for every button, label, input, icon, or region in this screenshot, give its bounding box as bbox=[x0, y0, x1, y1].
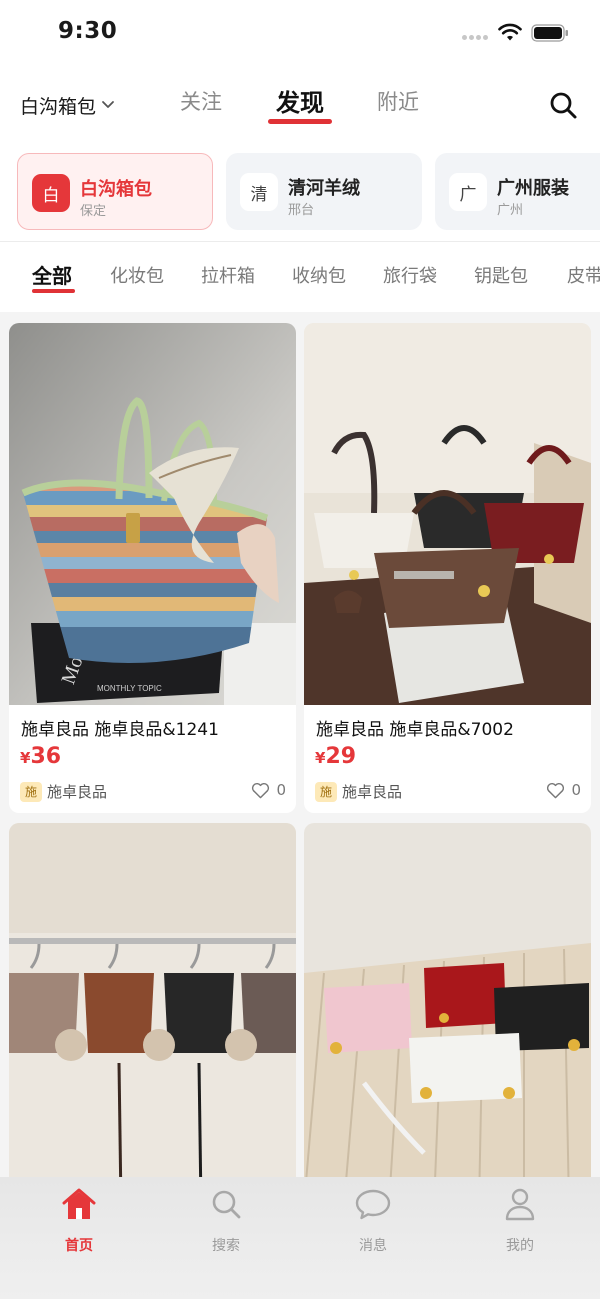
shop-card-guangzhou[interactable]: 广 广州服装 广州 bbox=[435, 153, 600, 230]
nav-label: 首页 bbox=[65, 1238, 93, 1254]
active-tab-indicator bbox=[268, 119, 332, 124]
shop-name: 广州服装 bbox=[497, 178, 569, 199]
shop-card-baigou[interactable]: 白 白沟箱包 保定 bbox=[17, 153, 213, 230]
shop-name: 白沟箱包 bbox=[80, 179, 152, 200]
product-feed[interactable]: Monthly MONTHLY TOPIC bbox=[0, 312, 600, 1180]
like-count: 0 bbox=[276, 781, 286, 799]
battery-icon bbox=[531, 24, 568, 42]
nav-home[interactable]: 首页 bbox=[34, 1187, 124, 1254]
shop-avatar: 清 bbox=[240, 173, 278, 211]
product-card[interactable] bbox=[9, 823, 296, 1180]
like-button[interactable]: 0 bbox=[251, 781, 286, 799]
product-card[interactable]: Monthly MONTHLY TOPIC bbox=[9, 323, 296, 813]
seller-info: 施 施卓良品 bbox=[315, 781, 402, 802]
category-travel-bag[interactable]: 旅行袋 bbox=[383, 262, 437, 288]
like-count: 0 bbox=[571, 781, 581, 799]
home-icon bbox=[62, 1188, 96, 1219]
category-key-pouch[interactable]: 钥匙包 bbox=[474, 262, 528, 288]
tab-nearby[interactable]: 附近 bbox=[377, 86, 419, 116]
category-storage-bag[interactable]: 收纳包 bbox=[292, 262, 346, 288]
search-icon[interactable] bbox=[548, 90, 578, 120]
heart-icon bbox=[547, 782, 565, 798]
seller-info: 施 施卓良品 bbox=[20, 781, 107, 802]
status-time: 9:30 bbox=[58, 18, 118, 44]
heart-icon bbox=[252, 782, 270, 798]
product-title: 施卓良品 施卓良品&7002 bbox=[316, 720, 514, 740]
signal-icon bbox=[462, 35, 490, 41]
product-price: ¥29 bbox=[315, 744, 357, 769]
svg-text:MONTHLY TOPIC: MONTHLY TOPIC bbox=[97, 684, 162, 693]
product-image bbox=[304, 823, 591, 1180]
nav-label: 我的 bbox=[506, 1238, 534, 1254]
category-tabs: 全部 化妆包 拉杆箱 收纳包 旅行袋 钥匙包 皮带 bbox=[0, 244, 600, 306]
category-all[interactable]: 全部 bbox=[32, 260, 72, 289]
seller-badge: 施 bbox=[20, 781, 42, 802]
active-category-indicator bbox=[32, 289, 75, 293]
tab-follow[interactable]: 关注 bbox=[180, 86, 222, 116]
seller-name: 施卓良品 bbox=[47, 783, 108, 801]
divider bbox=[0, 241, 600, 242]
region-label: 白沟箱包 bbox=[20, 95, 97, 118]
product-image: Monthly MONTHLY TOPIC bbox=[9, 323, 296, 705]
seller-name: 施卓良品 bbox=[342, 783, 403, 801]
product-image bbox=[9, 823, 296, 1180]
bottom-nav: 首页 搜索 消息 我的 bbox=[0, 1177, 600, 1299]
product-image bbox=[304, 323, 591, 705]
nav-messages[interactable]: 消息 bbox=[328, 1187, 418, 1254]
product-card[interactable] bbox=[304, 823, 591, 1180]
shop-name: 清河羊绒 bbox=[288, 178, 360, 199]
category-trolley-case[interactable]: 拉杆箱 bbox=[201, 262, 255, 288]
shop-avatar: 广 bbox=[449, 173, 487, 211]
wifi-icon bbox=[498, 23, 522, 41]
seller-badge: 施 bbox=[315, 781, 337, 802]
shop-avatar: 白 bbox=[32, 174, 70, 212]
search-icon bbox=[212, 1190, 241, 1219]
category-cosmetic-bag[interactable]: 化妆包 bbox=[110, 262, 164, 288]
status-bar: 9:30 bbox=[0, 0, 600, 66]
chevron-down-icon bbox=[102, 101, 114, 108]
shop-city: 保定 bbox=[80, 204, 107, 219]
top-header: 白沟箱包 关注 发现 附近 bbox=[0, 66, 600, 142]
shop-city: 邢台 bbox=[288, 203, 315, 218]
shop-carousel: 白 白沟箱包 保定 清 清河羊绒 邢台 广 广州服装 广州 bbox=[0, 150, 600, 234]
shop-card-qinghe[interactable]: 清 清河羊绒 邢台 bbox=[226, 153, 422, 230]
product-card[interactable]: 施卓良品 施卓良品&7002 ¥29 施 施卓良品 0 bbox=[304, 323, 591, 813]
shop-city: 广州 bbox=[497, 203, 524, 218]
profile-icon bbox=[505, 1188, 535, 1221]
category-belt[interactable]: 皮带 bbox=[567, 262, 600, 288]
nav-search[interactable]: 搜索 bbox=[181, 1187, 271, 1254]
nav-profile[interactable]: 我的 bbox=[475, 1187, 565, 1254]
product-price: ¥36 bbox=[20, 744, 62, 769]
like-button[interactable]: 0 bbox=[546, 781, 581, 799]
product-title: 施卓良品 施卓良品&1241 bbox=[21, 720, 219, 740]
nav-label: 消息 bbox=[359, 1238, 387, 1254]
nav-label: 搜索 bbox=[212, 1238, 240, 1254]
tab-discover[interactable]: 发现 bbox=[276, 83, 324, 118]
message-icon bbox=[355, 1189, 391, 1220]
region-dropdown[interactable]: 白沟箱包 bbox=[20, 92, 115, 118]
